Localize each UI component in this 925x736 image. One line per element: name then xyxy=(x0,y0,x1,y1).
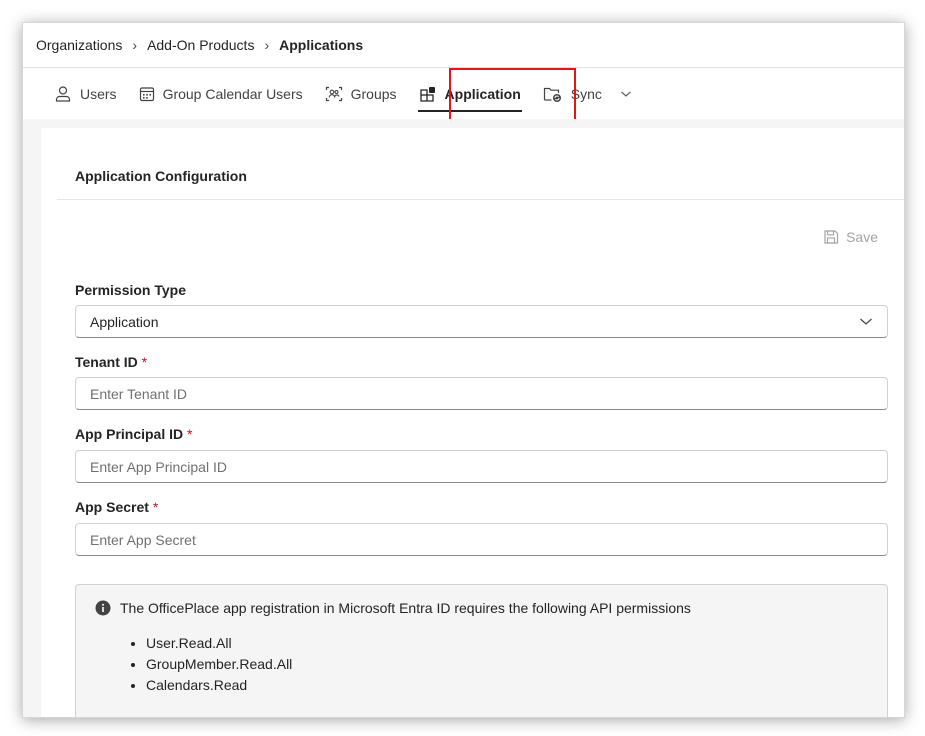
tab-application[interactable]: Application xyxy=(408,72,532,116)
tenant-id-input[interactable] xyxy=(75,377,888,410)
configuration-card: Application Configuration Save Permissio… xyxy=(41,128,904,717)
info-message: The OfficePlace app registration in Micr… xyxy=(120,600,691,616)
list-item: GroupMember.Read.All xyxy=(146,654,292,675)
app-add-icon xyxy=(419,87,435,102)
divider xyxy=(23,67,904,68)
tab-label: Application xyxy=(444,86,521,102)
app-secret-label: App Secret * xyxy=(75,499,158,515)
sync-folder-icon xyxy=(543,87,561,102)
breadcrumb: Organizations › Add-On Products › Applic… xyxy=(36,35,363,55)
breadcrumb-add-on-products[interactable]: Add-On Products xyxy=(147,37,254,53)
chevron-right-icon: › xyxy=(264,37,270,53)
chevron-down-icon xyxy=(860,318,872,325)
info-icon xyxy=(95,600,111,616)
user-icon xyxy=(55,86,71,102)
label-text: App Principal ID xyxy=(75,426,184,442)
required-marker: * xyxy=(152,499,159,515)
save-label: Save xyxy=(846,229,878,245)
app-secret-input[interactable] xyxy=(75,523,888,556)
save-icon xyxy=(824,230,839,244)
calendar-icon xyxy=(139,87,154,102)
permission-type-label: Permission Type xyxy=(75,282,186,298)
permission-type-select[interactable]: Application xyxy=(75,305,888,338)
tab-group-calendar-users[interactable]: Group Calendar Users xyxy=(128,72,314,116)
tab-bar: Users Group Calendar Users Groups Applic… xyxy=(43,71,643,117)
tab-label: Users xyxy=(80,86,117,102)
info-message-box: The OfficePlace app registration in Micr… xyxy=(75,584,888,717)
app-window: Organizations › Add-On Products › Applic… xyxy=(22,22,905,718)
breadcrumb-organizations[interactable]: Organizations xyxy=(36,37,122,53)
tab-label: Sync xyxy=(570,86,602,102)
chevron-right-icon: › xyxy=(132,37,138,53)
required-marker: * xyxy=(187,426,193,442)
list-item: Calendars.Read xyxy=(146,675,292,696)
permission-list: User.Read.All GroupMember.Read.All Calen… xyxy=(129,633,292,696)
app-principal-id-input[interactable] xyxy=(75,450,888,483)
chevron-down-icon[interactable] xyxy=(620,90,632,98)
app-principal-id-label: App Principal ID * xyxy=(75,426,192,442)
list-item: User.Read.All xyxy=(146,633,292,654)
divider xyxy=(57,199,904,200)
label-text: App Secret xyxy=(75,499,149,515)
tab-groups[interactable]: Groups xyxy=(314,72,408,116)
permission-type-value: Application xyxy=(90,313,159,330)
tenant-id-label: Tenant ID * xyxy=(75,354,147,370)
required-marker: * xyxy=(141,354,148,370)
section-title: Application Configuration xyxy=(75,168,247,184)
label-text: Tenant ID xyxy=(75,354,138,370)
breadcrumb-current: Applications xyxy=(279,37,364,53)
label-text: Permission Type xyxy=(75,282,187,298)
tab-sync[interactable]: Sync xyxy=(532,72,643,116)
tab-label: Groups xyxy=(350,86,397,102)
groups-icon xyxy=(325,86,342,102)
tab-label: Group Calendar Users xyxy=(162,86,303,102)
tab-users[interactable]: Users xyxy=(43,72,128,116)
save-button[interactable]: Save xyxy=(823,229,878,245)
